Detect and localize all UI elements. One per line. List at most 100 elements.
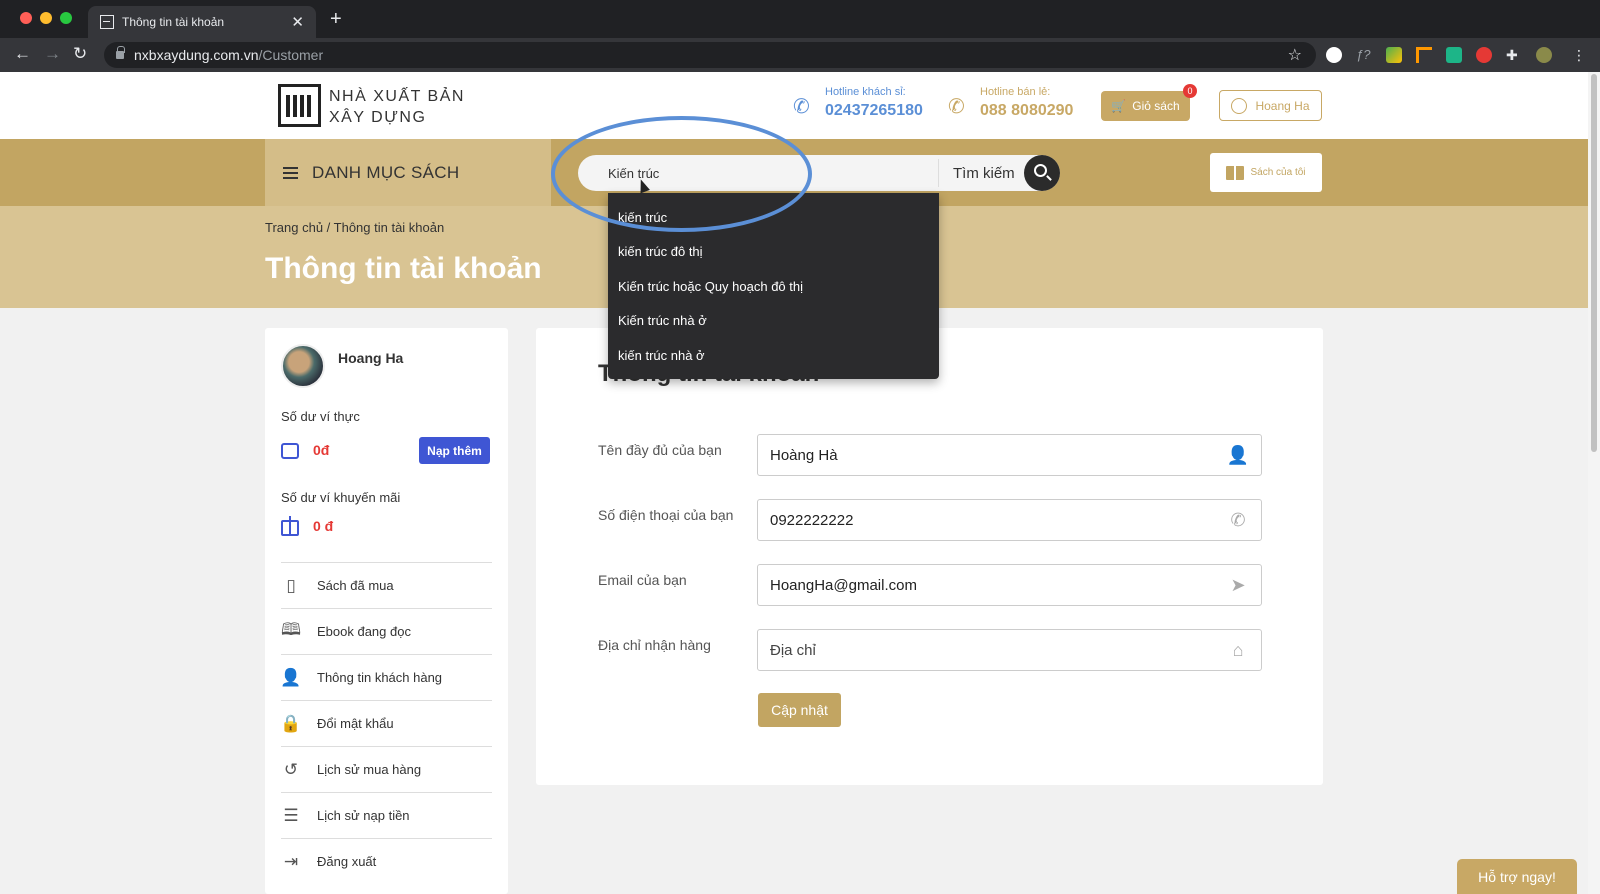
suggestion-item[interactable]: Kiến trúc hoặc Quy hoạch đô thị (608, 269, 939, 304)
sidebar-item-label: Ebook đang đọc (317, 624, 411, 639)
real-wallet-label: Số dư ví thực (281, 409, 360, 424)
update-button[interactable]: Cập nhật (758, 693, 841, 727)
open-book-icon (1226, 165, 1245, 180)
home-icon: ⌂ (1232, 639, 1244, 660)
phone-input[interactable] (757, 499, 1262, 541)
suggestion-item[interactable]: kiến trúc nhà ở (608, 338, 939, 373)
sidebar-item-logout[interactable]: ⇥ Đăng xuất (281, 838, 492, 884)
address-row: Địa chỉ nhận hàng ⌂ (598, 629, 1262, 671)
formula-extension-icon[interactable]: ƒ? (1356, 47, 1372, 63)
ruler-extension-icon[interactable] (1416, 47, 1432, 63)
hamburger-menu-icon (283, 166, 298, 179)
cart-count-badge: 0 (1183, 84, 1197, 98)
bookmark-star-icon[interactable]: ☆ (1288, 45, 1302, 65)
email-input[interactable] (757, 564, 1262, 606)
sidebar-item-reading-ebooks[interactable]: 🕮 Ebook đang đọc (281, 608, 492, 654)
site-favicon-icon (100, 15, 114, 29)
sidebar-item-purchased-books[interactable]: ▯ Sách đã mua (281, 562, 492, 608)
phone-icon: ✆ (1230, 509, 1246, 530)
url-path: /Customer (258, 47, 324, 63)
red-extension-icon[interactable] (1476, 47, 1492, 63)
account-menu: ▯ Sách đã mua 🕮 Ebook đang đọc 👤 Thông t… (280, 562, 492, 884)
close-tab-icon[interactable]: ✕ (291, 13, 304, 31)
browser-menu-icon[interactable]: ⋮ (1572, 47, 1588, 63)
sidebar-item-label: Đổi mật khẩu (317, 716, 394, 731)
fullname-input[interactable] (757, 434, 1262, 476)
url-domain: nxbxaydung.com.vn (134, 47, 259, 63)
email-row: Email của bạn ➤ (598, 564, 1262, 606)
m-extension-icon[interactable] (1446, 47, 1462, 63)
account-info-card: Thông tin tài khoản Tên đầy đủ của bạn 👤… (536, 328, 1323, 785)
my-books-label: Sách của tôi (1250, 167, 1306, 178)
history-icon: ↺ (283, 759, 299, 779)
layers-extension-icon[interactable] (1386, 47, 1402, 63)
search-label[interactable]: Tìm kiếm (953, 165, 1015, 182)
promo-wallet-balance: 0 đ (313, 518, 334, 534)
wallet-icon (281, 443, 299, 459)
address-bar[interactable]: nxbxaydung.com.vn/Customer ☆ (104, 42, 1316, 68)
profile-avatar-icon[interactable] (1536, 47, 1552, 63)
page-scrollbar[interactable] (1588, 72, 1600, 894)
breadcrumb[interactable]: Trang chủ / Thông tin tài khoản (265, 220, 444, 235)
support-now-button[interactable]: Hỗ trợ ngay! (1457, 859, 1577, 894)
maximize-window-button[interactable] (60, 12, 72, 24)
search-divider (938, 159, 939, 187)
sidebar-item-customer-info[interactable]: 👤 Thông tin khách hàng (280, 654, 492, 700)
phone-row: Số điện thoại của bạn ✆ (598, 499, 1262, 541)
phone-icon: ✆ (948, 96, 965, 118)
new-tab-icon[interactable]: + (330, 8, 342, 31)
user-account-button[interactable]: Hoang Ha (1219, 90, 1322, 121)
profile-name: Hoang Ha (338, 350, 404, 366)
tab-title: Thông tin tài khoản (122, 15, 225, 29)
back-arrow-icon[interactable]: ← (14, 44, 31, 64)
search-button[interactable] (1024, 155, 1060, 191)
reload-icon[interactable]: ↻ (73, 44, 87, 64)
browser-toolbar: ← → ↻ nxbxaydung.com.vn/Customer ☆ ƒ? ✚ … (0, 38, 1600, 72)
puzzle-extensions-icon[interactable]: ✚ (1506, 47, 1522, 63)
cart-button[interactable]: 🛒 Giỏ sách (1101, 91, 1190, 121)
pinterest-extension-icon[interactable] (1326, 47, 1342, 63)
account-sidebar: Hoang Ha Số dư ví thực 0đ Nạp thêm Số dư… (265, 328, 508, 894)
minimize-window-button[interactable] (40, 12, 52, 24)
publisher-logo-icon[interactable] (278, 84, 321, 127)
publisher-logo-text[interactable]: NHÀ XUẤT BẢN XÂY DỰNG (329, 86, 465, 128)
suggestion-item[interactable]: kiến trúc đô thị (608, 235, 939, 270)
my-books-button[interactable]: Sách của tôi (1210, 153, 1322, 192)
hotline-wholesale-number: 02437265180 (825, 102, 923, 119)
page-title: Thông tin tài khoản (265, 252, 542, 285)
forward-arrow-icon[interactable]: → (44, 44, 61, 64)
real-wallet-balance: 0đ (313, 442, 330, 458)
logo-line1: NHÀ XUẤT BẢN (329, 88, 465, 105)
email-label: Email của bạn (598, 572, 687, 588)
open-book-icon: 🕮 (280, 620, 302, 639)
site-header: NHÀ XUẤT BẢN XÂY DỰNG ✆ Hotline khách sỉ… (0, 72, 1588, 139)
top-up-button[interactable]: Nạp thêm (419, 437, 490, 464)
address-input[interactable] (757, 629, 1262, 671)
user-label: Hoang Ha (1255, 98, 1310, 113)
close-window-button[interactable] (20, 12, 32, 24)
sidebar-item-change-password[interactable]: 🔒 Đổi mật khẩu (280, 700, 492, 746)
browser-tab-bar: Thông tin tài khoản ✕ + (0, 0, 1600, 38)
scrollbar-thumb[interactable] (1591, 74, 1597, 452)
lock-icon: 🔒 (280, 713, 302, 733)
category-menu-label: DANH MỤC SÁCH (312, 162, 460, 182)
fullname-row: Tên đầy đủ của bạn 👤 (598, 434, 1262, 476)
sidebar-item-label: Sách đã mua (317, 578, 394, 593)
cart-label: Giỏ sách (1132, 99, 1180, 113)
avatar (281, 344, 325, 388)
sidebar-item-topup-history[interactable]: ☰ Lịch sử nạp tiền (281, 792, 492, 838)
sidebar-item-label: Lịch sử mua hàng (317, 762, 422, 777)
sidebar-item-label: Lịch sử nạp tiền (317, 808, 410, 823)
search-icon (1034, 164, 1047, 177)
highlight-ellipse (551, 116, 812, 232)
browser-tab[interactable]: Thông tin tài khoản ✕ (88, 6, 316, 38)
sidebar-item-purchase-history[interactable]: ↺ Lịch sử mua hàng (281, 746, 492, 792)
phone-label: Số điện thoại của bạn (598, 507, 734, 523)
user-circle-icon (1231, 97, 1248, 114)
fullname-label: Tên đầy đủ của bạn (598, 442, 722, 458)
suggestion-item[interactable]: Kiến trúc nhà ở (608, 304, 939, 339)
hotline-retail-label: Hotline bán lẻ: (980, 86, 1051, 98)
coins-icon: ☰ (283, 805, 299, 825)
book-category-menu-button[interactable]: DANH MỤC SÁCH (265, 139, 551, 206)
user-add-icon: 👤 (1226, 444, 1250, 465)
